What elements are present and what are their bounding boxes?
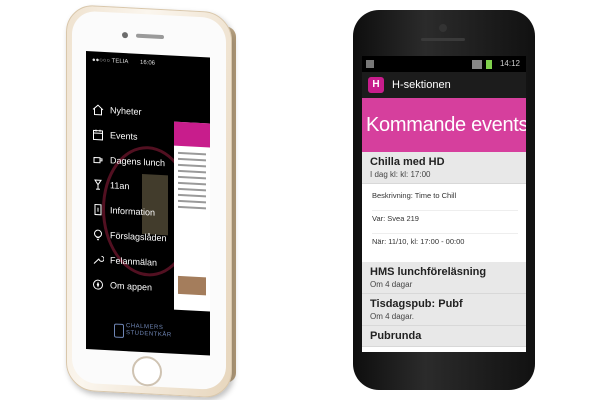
event-description: Beskrivning: Time to Chill (372, 188, 518, 211)
iphone-device: ●●○○○ TELIA 16:06 Nyheter Events Dagens … (66, 4, 238, 399)
action-bar: H H-sektionen (362, 72, 526, 98)
event-item-tisdagspub[interactable]: Tisdagspub: Pubf Om 4 dagar. (362, 294, 526, 326)
carrier-label: ●●○○○ TELIA (92, 57, 129, 66)
earpiece-speaker (136, 33, 164, 40)
lightbulb-icon (94, 229, 102, 241)
event-title: Pubrunda (370, 330, 422, 342)
battery-icon (486, 60, 492, 69)
event-item-chilla-med-hd[interactable]: Chilla med HD I dag kl: kl: 17:00 (362, 152, 526, 184)
logo-line-2: STUDENTKÅR (126, 330, 172, 339)
event-location: Var: Svea 219 (372, 211, 518, 234)
calendar-icon (93, 129, 103, 141)
wrench-icon (93, 255, 104, 264)
front-camera (122, 31, 128, 39)
side-menu: Nyheter Events Dagens lunch 11an Informa… (90, 99, 178, 304)
android-screen: 14:12 H H-sektionen Kommande events Chil… (362, 56, 526, 352)
home-button[interactable] (132, 355, 162, 388)
event-time: Om 4 dagar (370, 280, 413, 289)
event-list: Chilla med HD I dag kl: kl: 17:00 Beskri… (362, 152, 526, 347)
android-status-bar: 14:12 (362, 56, 526, 72)
chalmers-studentkar-logo: CHALMERS STUDENTKÅR (114, 321, 194, 347)
drink-glass-icon (94, 179, 102, 190)
event-title: Tisdagspub: Pubf (370, 298, 463, 310)
menu-item-label: 11an (110, 180, 130, 192)
android-device: 14:12 H H-sektionen Kommande events Chil… (353, 10, 535, 390)
preview-text-lines (178, 151, 206, 213)
iphone-front-panel: ●●○○○ TELIA 16:06 Nyheter Events Dagens … (72, 10, 226, 391)
status-time: 16:06 (140, 59, 156, 67)
menu-item-label: Dagens lunch (110, 155, 166, 169)
content-preview-panel[interactable] (174, 121, 210, 312)
preview-header-bar (174, 121, 210, 148)
ios-screen: ●●○○○ TELIA 16:06 Nyheter Events Dagens … (86, 51, 210, 356)
event-title: HMS lunchföreläsning (370, 266, 487, 278)
notification-icon (366, 60, 374, 68)
event-when: När: 11/10, kl: 17:00 - 00:00 (372, 237, 465, 246)
coffee-cup-icon (93, 156, 103, 164)
status-time: 14:12 (499, 59, 520, 68)
ios-status-bar: ●●○○○ TELIA 16:06 (90, 57, 206, 73)
menu-item-label: Events (110, 130, 138, 142)
app-logo-icon[interactable]: H (368, 77, 384, 93)
menu-item-label: Information (110, 205, 156, 218)
logo-text: CHALMERS STUDENTKÅR (126, 323, 172, 339)
android-front-camera (439, 24, 447, 32)
app-title: H-sektionen (392, 79, 451, 91)
event-details-expanded: Beskrivning: Time to Chill Var: Svea 219… (362, 184, 526, 262)
banner-title: Kommande events (366, 114, 526, 136)
signal-icon (472, 60, 482, 69)
event-item-hms-lunchforelasning[interactable]: HMS lunchföreläsning Om 4 dagar (362, 262, 526, 294)
menu-item-label: Om appen (110, 280, 153, 293)
event-time: I dag kl: kl: 17:00 (370, 170, 431, 179)
preview-image (178, 275, 206, 296)
menu-item-label: Felanmälan (110, 255, 158, 268)
menu-item-label: Nyheter (110, 105, 142, 117)
events-banner: Kommande events (362, 98, 526, 152)
logo-mark-icon (114, 323, 124, 339)
event-item-pubrunda[interactable]: Pubrunda (362, 326, 526, 347)
android-earpiece (421, 38, 465, 41)
event-title: Chilla med HD (370, 156, 445, 168)
event-time: Om 4 dagar. (370, 312, 415, 321)
menu-item-label: Förslagslåden (110, 230, 167, 244)
compass-icon (93, 279, 103, 290)
info-icon (94, 203, 102, 216)
menu-item-om-appen[interactable]: Om appen (90, 274, 178, 304)
home-icon (92, 104, 104, 116)
